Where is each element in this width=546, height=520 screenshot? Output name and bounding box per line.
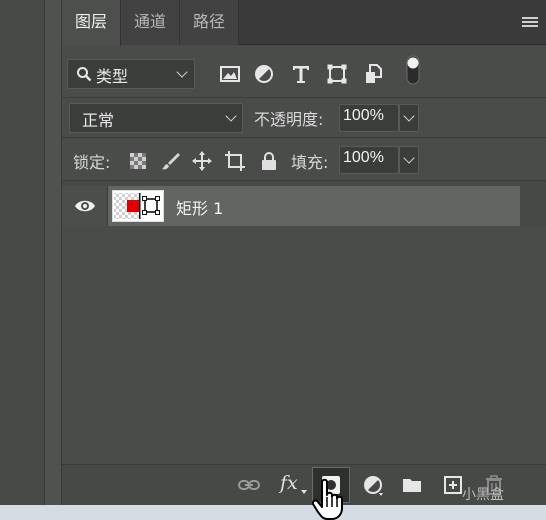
left-dock-strip xyxy=(0,0,62,505)
search-icon xyxy=(77,67,92,82)
blend-mode-select[interactable]: 正常 xyxy=(69,103,243,133)
filter-toggle-icon[interactable] xyxy=(406,55,420,85)
type-filter-icon[interactable] xyxy=(290,63,312,85)
layer-name[interactable]: 矩形 1 xyxy=(176,195,223,219)
new-layer-icon[interactable] xyxy=(442,474,464,496)
dock-divider xyxy=(44,0,61,505)
lock-transparent-pixels-icon[interactable] xyxy=(128,151,148,171)
opacity-value: 100% xyxy=(343,107,384,124)
group-folder-icon[interactable] xyxy=(401,474,423,496)
lock-position-icon[interactable] xyxy=(192,151,212,171)
status-bar xyxy=(0,505,546,520)
layer-visibility-toggle[interactable] xyxy=(62,186,108,226)
layer-style-fx-icon[interactable]: fx xyxy=(280,472,298,494)
panel-menu-icon[interactable] xyxy=(522,17,538,29)
lock-all-icon[interactable] xyxy=(259,151,279,171)
image-filter-icon[interactable] xyxy=(219,63,241,85)
fill-input[interactable]: 100% xyxy=(339,146,399,174)
layers-empty-area xyxy=(62,226,546,464)
filter-row: 类型 xyxy=(62,46,546,98)
fill-value: 100% xyxy=(343,149,384,166)
chevron-down-icon xyxy=(403,110,415,122)
fill-label: 填充: xyxy=(291,153,329,172)
chevron-down-icon xyxy=(176,66,188,78)
blend-row: 正常 不透明度: 100% xyxy=(62,98,546,138)
tab-channels[interactable]: 通道 xyxy=(121,0,180,45)
layer-thumbnail-image xyxy=(114,193,160,219)
chevron-down-icon xyxy=(403,152,415,164)
lock-label: 锁定: xyxy=(73,153,111,172)
opacity-dropdown[interactable] xyxy=(399,104,419,132)
shape-filter-icon[interactable] xyxy=(326,63,348,85)
watermark-text: 小黑盒 xyxy=(462,487,504,503)
lock-artboard-icon[interactable] xyxy=(225,151,245,171)
tab-paths[interactable]: 路径 xyxy=(180,0,239,45)
filter-kind-label: 类型 xyxy=(96,67,129,86)
panel-tab-bar: 图层 通道 路径 xyxy=(62,0,546,46)
fill-dropdown[interactable] xyxy=(399,146,419,174)
tab-layers[interactable]: 图层 xyxy=(62,0,121,46)
opacity-input[interactable]: 100% xyxy=(339,104,399,132)
layer-row[interactable]: 矩形 1 xyxy=(62,186,520,226)
lock-image-pixels-icon[interactable] xyxy=(161,151,181,171)
filter-kind-select[interactable]: 类型 xyxy=(67,59,195,89)
layer-thumbnail xyxy=(112,190,164,222)
opacity-label: 不透明度: xyxy=(254,110,324,129)
eye-icon xyxy=(75,200,95,212)
link-layers-icon[interactable] xyxy=(238,474,260,496)
adjustment-layer-icon[interactable] xyxy=(362,474,384,496)
adjustment-filter-icon[interactable] xyxy=(253,63,275,85)
chevron-down-icon xyxy=(225,110,237,122)
fx-menu-arrow-icon xyxy=(301,490,307,494)
blend-mode-label: 正常 xyxy=(82,111,115,130)
smart-object-filter-icon[interactable] xyxy=(363,63,385,85)
layers-panel: 图层 通道 路径 类型 正常 不透明度: 100% 锁定: 填充: 100% 矩… xyxy=(62,0,546,505)
hand-cursor-icon xyxy=(312,478,343,520)
